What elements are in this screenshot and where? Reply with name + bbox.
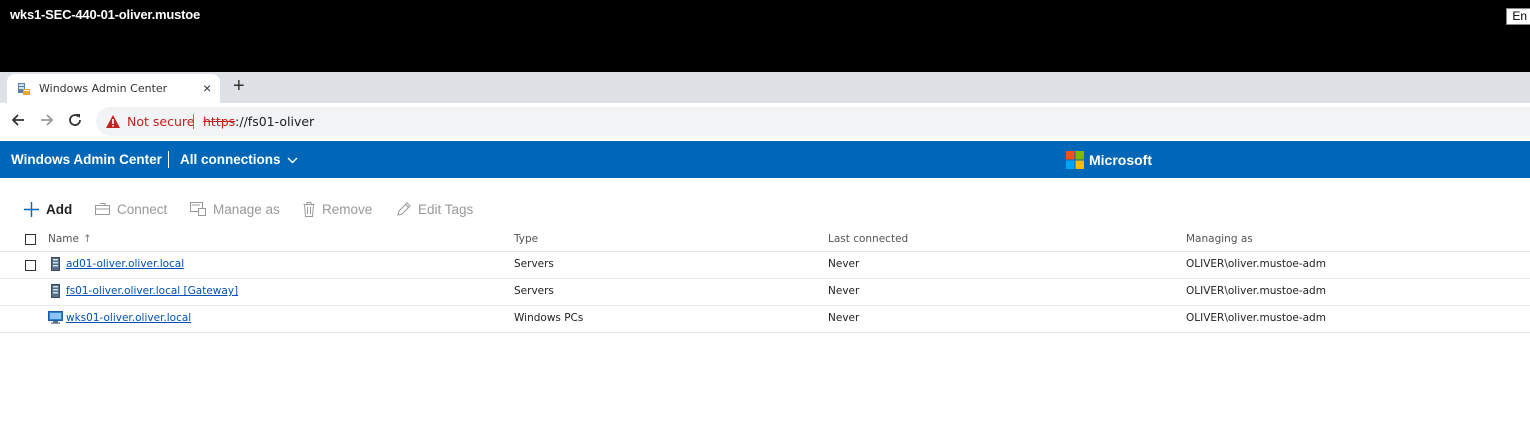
session-title: wks1-SEC-440-01-oliver.mustoe (10, 7, 201, 22)
edit-tags-button[interactable]: Edit Tags (397, 198, 473, 220)
connection-name-link[interactable]: fs01-oliver.oliver.local [Gateway] (66, 285, 238, 297)
column-header-managing-as[interactable]: Managing as (1186, 233, 1253, 245)
sort-ascending-icon: ↑ (82, 233, 92, 245)
column-header-name[interactable]: Name ↑ (48, 233, 92, 245)
chevron-down-icon (287, 157, 298, 164)
connection-last-connected: Never (828, 312, 860, 324)
column-header-type[interactable]: Type (514, 233, 538, 245)
connect-button[interactable]: Connect (95, 198, 167, 220)
url-text[interactable]: https://fs01-oliver (203, 114, 314, 129)
new-tab-button[interactable]: + (233, 75, 245, 98)
trash-icon (303, 201, 315, 217)
table-row[interactable]: ad01-oliver.oliver.local Servers Never O… (0, 252, 1530, 279)
browser-tab[interactable]: Windows Admin Center × (7, 74, 220, 103)
connection-managing-as: OLIVER\oliver.mustoe-adm (1186, 258, 1326, 270)
url-host: ://fs01-oliver (235, 114, 315, 129)
grid-header: Name ↑ Type Last connected Managing as (0, 229, 1530, 252)
manage-as-button[interactable]: Manage as (190, 198, 280, 220)
browser-tab-strip: Windows Admin Center × + (0, 72, 1530, 103)
connect-label: Connect (117, 201, 168, 217)
server-icon (51, 284, 60, 298)
app-header: Windows Admin Center All connections Mic… (0, 141, 1530, 178)
language-indicator[interactable]: En (1506, 8, 1530, 25)
connection-type: Windows PCs (514, 312, 584, 324)
connection-managing-as: OLIVER\oliver.mustoe-adm (1186, 285, 1326, 297)
connection-last-connected: Never (828, 285, 860, 297)
connection-name-link[interactable]: wks01-oliver.oliver.local (66, 312, 191, 324)
url-scheme: https (203, 114, 236, 129)
select-all-checkbox[interactable] (25, 234, 36, 245)
browser-toolbar: Not secure https://fs01-oliver (0, 103, 1530, 141)
back-arrow-icon[interactable] (9, 111, 27, 129)
header-divider (168, 151, 169, 168)
reload-icon[interactable] (66, 111, 84, 129)
warning-icon (106, 115, 120, 128)
connections-grid: Name ↑ Type Last connected Managing as ad… (0, 229, 1530, 333)
command-bar: Add Connect Manage as Remove Edit Tags (0, 198, 1530, 222)
all-connections-label: All connections (180, 152, 281, 167)
windows-admin-center-favicon-icon (18, 83, 30, 95)
microsoft-logo-icon (1066, 151, 1084, 169)
connection-type: Servers (514, 258, 554, 270)
app-name[interactable]: Windows Admin Center (11, 152, 162, 167)
name-column-label: Name (48, 233, 79, 245)
remote-session-bar: wks1-SEC-440-01-oliver.mustoe En (0, 0, 1530, 72)
forward-arrow-icon[interactable] (38, 111, 56, 129)
tab-close-icon[interactable]: × (203, 80, 211, 96)
connection-name-link[interactable]: ad01-oliver.oliver.local (66, 258, 184, 270)
omnibox-divider (193, 114, 194, 129)
add-button[interactable]: Add (24, 198, 72, 220)
column-header-last-connected[interactable]: Last connected (828, 233, 908, 245)
not-secure-label[interactable]: Not secure (127, 114, 194, 129)
pc-icon (48, 311, 63, 324)
connection-last-connected: Never (828, 258, 860, 270)
pencil-icon (397, 202, 411, 216)
address-bar[interactable]: Not secure https://fs01-oliver (96, 107, 1530, 136)
microsoft-brand-text: Microsoft (1089, 152, 1152, 168)
row-checkbox[interactable] (25, 260, 36, 271)
remove-label: Remove (322, 201, 373, 217)
plus-icon (24, 201, 39, 217)
remove-button[interactable]: Remove (303, 198, 372, 220)
edit-tags-label: Edit Tags (418, 201, 474, 217)
table-row[interactable]: fs01-oliver.oliver.local [Gateway] Serve… (0, 279, 1530, 306)
manage-as-label: Manage as (213, 201, 280, 217)
all-connections-dropdown[interactable]: All connections (180, 152, 298, 167)
manage-as-icon (190, 202, 206, 216)
server-icon (51, 257, 60, 271)
connection-type: Servers (514, 285, 554, 297)
connection-managing-as: OLIVER\oliver.mustoe-adm (1186, 312, 1326, 324)
tab-title: Windows Admin Center (39, 82, 168, 95)
table-row[interactable]: wks01-oliver.oliver.local Windows PCs Ne… (0, 306, 1530, 333)
add-label: Add (46, 201, 73, 217)
connect-icon (95, 203, 110, 215)
